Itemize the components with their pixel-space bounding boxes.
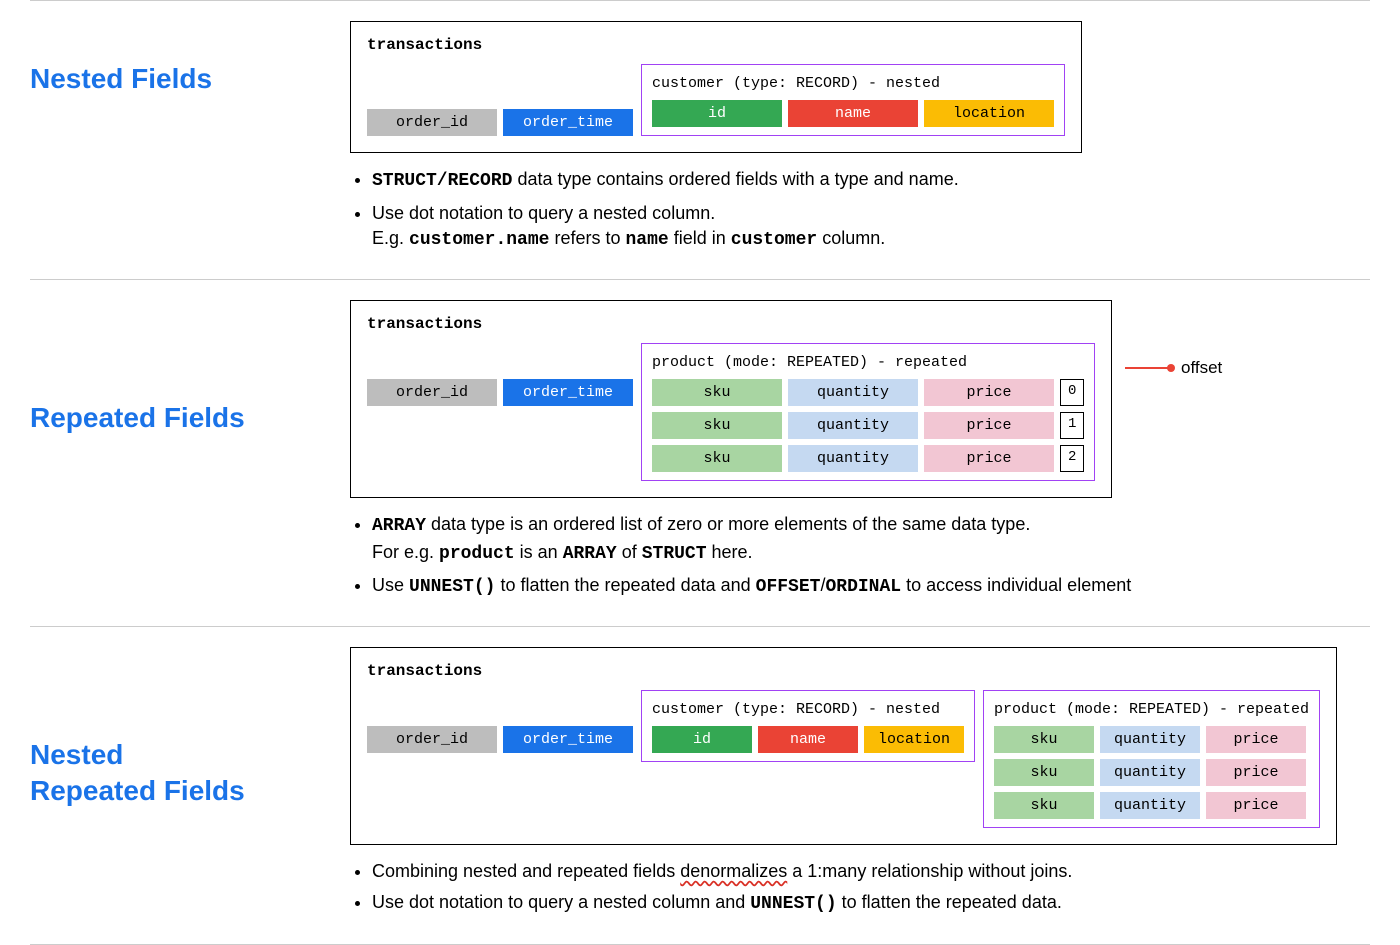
table-name: transactions (367, 34, 1065, 56)
bullet-text: Use dot notation to query a nested colum… (372, 890, 1370, 917)
offset-value: 0 (1060, 379, 1084, 406)
bullet-text: Combining nested and repeated fields den… (372, 859, 1370, 884)
product-repeated-group: product (mode: REPEATED) - repeated sku … (641, 343, 1095, 481)
col-price: price (1206, 792, 1306, 819)
offset-label: offset (1181, 356, 1222, 380)
nested-bullets: STRUCT/RECORD data type contains ordered… (350, 167, 1370, 253)
nested-diagram: transactions order_id order_time custome… (350, 21, 1082, 153)
col-price: price (924, 379, 1054, 406)
section-title-repeated: Repeated Fields (30, 400, 350, 436)
col-sku: sku (994, 726, 1094, 753)
col-price: price (1206, 726, 1306, 753)
repeated-row: sku quantity price (994, 792, 1309, 819)
offset-value: 1 (1060, 412, 1084, 439)
repeated-row: sku quantity price 0 (652, 379, 1084, 406)
repeated-diagram: transactions order_id order_time product… (350, 300, 1112, 498)
customer-record-group: customer (type: RECORD) - nested id name… (641, 64, 1065, 136)
callout-line (1125, 367, 1170, 369)
col-quantity: quantity (788, 445, 918, 472)
repeated-group-label: product (mode: REPEATED) - repeated (994, 699, 1309, 720)
section-title-both: NestedRepeated Fields (30, 737, 350, 810)
col-sku: sku (652, 412, 782, 439)
col-order-id: order_id (367, 726, 497, 753)
col-quantity: quantity (788, 379, 918, 406)
repeated-row: sku quantity price (994, 726, 1309, 753)
col-quantity: quantity (1100, 759, 1200, 786)
col-name: name (758, 726, 858, 753)
col-price: price (924, 445, 1054, 472)
col-price: price (924, 412, 1054, 439)
bullet-text: Use UNNEST() to flatten the repeated dat… (372, 573, 1370, 600)
col-quantity: quantity (1100, 792, 1200, 819)
callout-dot-icon (1167, 364, 1175, 372)
offset-value: 2 (1060, 445, 1084, 472)
repeated-row: sku quantity price 1 (652, 412, 1084, 439)
customer-record-group: customer (type: RECORD) - nested id name… (641, 690, 975, 762)
col-order-time: order_time (503, 726, 633, 753)
col-order-id: order_id (367, 379, 497, 406)
col-sku: sku (652, 445, 782, 472)
both-bullets: Combining nested and repeated fields den… (350, 859, 1370, 917)
bullet-text: Use dot notation to query a nested colum… (372, 201, 1370, 253)
col-location: location (924, 100, 1054, 127)
nested-group-label: customer (type: RECORD) - nested (652, 73, 1054, 94)
nested-repeated-section: NestedRepeated Fields transactions order… (30, 627, 1370, 944)
squiggle-text: denormalizes (680, 861, 787, 881)
col-location: location (864, 726, 964, 753)
nested-fields-section: Nested Fields transactions order_id orde… (30, 1, 1370, 279)
nested-group-label: customer (type: RECORD) - nested (652, 699, 964, 720)
col-sku: sku (652, 379, 782, 406)
col-sku: sku (994, 792, 1094, 819)
col-price: price (1206, 759, 1306, 786)
bullet-text: ARRAY data type is an ordered list of ze… (372, 512, 1370, 566)
col-order-id: order_id (367, 109, 497, 136)
bullet-text: STRUCT/RECORD data type contains ordered… (372, 167, 1370, 194)
product-repeated-group: product (mode: REPEATED) - repeated sku … (983, 690, 1320, 828)
col-order-time: order_time (503, 379, 633, 406)
col-id: id (652, 726, 752, 753)
col-id: id (652, 100, 782, 127)
table-name: transactions (367, 660, 1320, 682)
col-quantity: quantity (1100, 726, 1200, 753)
col-name: name (788, 100, 918, 127)
col-order-time: order_time (503, 109, 633, 136)
repeated-bullets: ARRAY data type is an ordered list of ze… (350, 512, 1370, 600)
offset-callout: offset (1125, 356, 1222, 380)
section-title-nested: Nested Fields (30, 61, 350, 97)
repeated-fields-section: Repeated Fields transactions order_id or… (30, 280, 1370, 626)
repeated-group-label: product (mode: REPEATED) - repeated (652, 352, 1084, 373)
repeated-row: sku quantity price (994, 759, 1309, 786)
col-quantity: quantity (788, 412, 918, 439)
repeated-row: sku quantity price 2 (652, 445, 1084, 472)
table-name: transactions (367, 313, 1095, 335)
both-diagram: transactions order_id order_time custome… (350, 647, 1337, 845)
col-sku: sku (994, 759, 1094, 786)
